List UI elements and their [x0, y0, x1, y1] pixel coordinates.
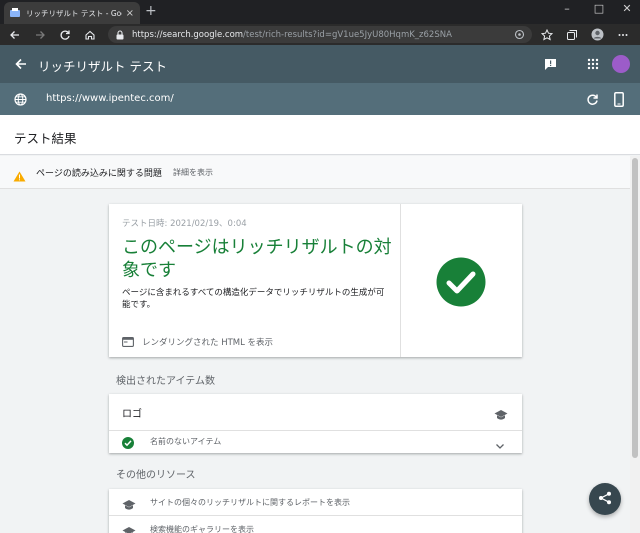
smartphone-icon[interactable]	[611, 90, 627, 108]
globe-icon	[12, 91, 28, 107]
reload-icon[interactable]	[56, 26, 74, 43]
lock-icon	[116, 25, 124, 44]
url-text: https://search.google.com/test/rich-resu…	[132, 30, 532, 40]
profile-icon[interactable]	[588, 26, 606, 43]
back-arrow-icon[interactable]	[12, 55, 30, 73]
home-icon[interactable]	[81, 26, 99, 43]
forward-icon[interactable]	[31, 26, 49, 43]
valid-check-icon	[122, 434, 134, 453]
tracking-icon[interactable]	[510, 26, 528, 43]
detected-items-card: ロゴ 名前のないアイテム	[109, 394, 522, 453]
verdict-divider	[400, 204, 401, 357]
results-bar: テスト結果	[0, 115, 640, 155]
url-path: /test/rich-results?id=gV1ue5JyU80HqmK_z6…	[243, 29, 452, 40]
item-name[interactable]: 名前のないアイテム	[150, 436, 221, 447]
verdict-card: テスト日時: 2021/02/19、0:04 このページはリッチリザルトの対象で…	[109, 204, 522, 357]
results-content: テスト日時: 2021/02/19、0:04 このページはリッチリザルトの対象で…	[0, 189, 640, 533]
page-load-issue-row[interactable]: ページの読み込みに関する問題 詳細を表示	[0, 156, 640, 189]
check-circle-icon	[436, 257, 486, 311]
issue-details-link[interactable]: 詳細を表示	[173, 167, 213, 178]
apps-grid-icon[interactable]	[584, 55, 602, 73]
warning-icon	[13, 167, 26, 186]
resources-card: サイトの個々のリッチリザルトに関するレポートを表示 検索機能のギャラリーを表示	[109, 489, 522, 533]
issue-text: ページの読み込みに関する問題	[36, 169, 162, 179]
resource-item-label: 検索機能のギャラリーを表示	[150, 525, 254, 533]
tab-close-icon[interactable]: ×	[126, 8, 134, 19]
address-bar[interactable]: https://search.google.com/test/rich-resu…	[108, 26, 532, 43]
star-icon[interactable]	[538, 26, 556, 43]
browser-tab-strip: リッチリザルト テスト - Google Search × + – □ ✕	[0, 0, 640, 24]
resource-item[interactable]: 検索機能のギャラリーを表示	[109, 516, 522, 533]
browser-tab[interactable]: リッチリザルト テスト - Google Search ×	[4, 2, 140, 24]
results-title: テスト結果	[14, 131, 77, 146]
share-button[interactable]	[589, 483, 621, 515]
code-window-icon	[122, 332, 134, 351]
app-title: リッチリザルト テスト	[38, 59, 167, 74]
item-divider	[109, 430, 522, 431]
minimize-icon[interactable]: –	[552, 2, 582, 15]
tab-title: リッチリザルト テスト - Google Search	[26, 8, 122, 18]
collections-icon[interactable]	[563, 26, 581, 43]
verdict-title: このページはリッチリザルトの対象です	[122, 237, 392, 281]
view-rendered-html-label: レンダリングされた HTML を表示	[142, 337, 274, 348]
verdict-description: ページに含まれるすべての構造化データでリッチリザルトの生成が可能です。	[122, 288, 385, 310]
school-cap-icon[interactable]	[494, 406, 508, 425]
more-icon[interactable]	[614, 26, 632, 43]
url-host: https://search.google.com	[132, 29, 244, 40]
retest-icon[interactable]	[584, 91, 600, 107]
scrollbar-thumb[interactable]	[632, 158, 638, 458]
tab-favicon-icon	[10, 8, 20, 18]
detected-items-heading: 検出されたアイテム数	[116, 376, 215, 387]
tested-url-bar: https://www.ipentec.com/	[0, 83, 640, 115]
avatar[interactable]	[612, 55, 630, 73]
test-date: テスト日時: 2021/02/19、0:04	[122, 219, 247, 229]
app-header: リッチリザルト テスト	[0, 45, 640, 83]
feedback-icon[interactable]	[541, 55, 559, 73]
view-rendered-html-link[interactable]: レンダリングされた HTML を表示	[122, 332, 273, 351]
resource-item[interactable]: サイトの個々のリッチリザルトに関するレポートを表示	[109, 489, 522, 515]
school-cap-icon	[122, 496, 136, 515]
share-icon	[598, 490, 612, 509]
resource-item-label: サイトの個々のリッチリザルトに関するレポートを表示	[150, 498, 350, 507]
browser-toolbar: https://search.google.com/test/rich-resu…	[0, 24, 640, 45]
new-tab-button[interactable]: +	[145, 3, 157, 19]
window-close-icon[interactable]: ✕	[612, 2, 640, 15]
maximize-icon[interactable]: □	[584, 2, 614, 15]
item-type-label: ロゴ	[122, 409, 142, 420]
chevron-down-icon[interactable]	[495, 435, 505, 454]
tested-url: https://www.ipentec.com/	[46, 93, 174, 104]
back-icon[interactable]	[6, 26, 24, 43]
other-resources-heading: その他のリソース	[116, 470, 196, 481]
school-cap-icon	[122, 523, 136, 533]
